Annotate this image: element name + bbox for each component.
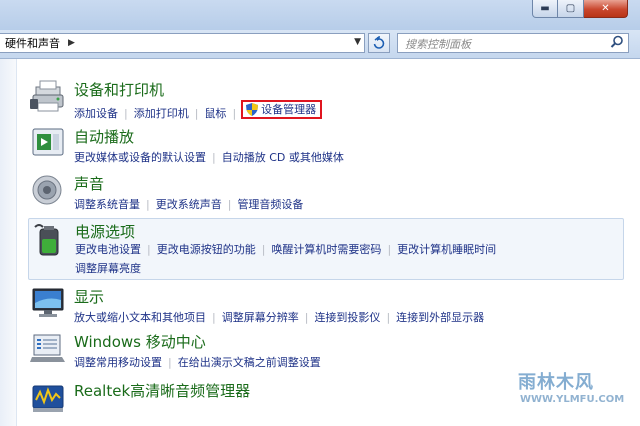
link-connect-projector[interactable]: 连接到投影仪 xyxy=(314,311,380,324)
mobility-center-icon xyxy=(30,334,65,362)
realtek-audio-icon xyxy=(32,385,64,412)
category-title[interactable]: 设备和打印机 xyxy=(74,79,164,100)
category-title[interactable]: 电源选项 xyxy=(75,221,135,242)
category-title[interactable]: 显示 xyxy=(74,286,104,307)
breadcrumb-chevron-icon[interactable]: ▶ xyxy=(68,38,75,48)
search-input[interactable] xyxy=(403,35,607,53)
device-manager-highlight-box: 设备管理器 xyxy=(241,100,323,119)
link-power-button[interactable]: 更改电源按钮的功能 xyxy=(157,243,256,256)
maximize-button[interactable]: ▢ xyxy=(558,0,584,18)
link-separator: | xyxy=(124,107,128,120)
link-separator: | xyxy=(194,107,199,120)
refresh-button[interactable] xyxy=(368,33,390,53)
left-pane-strip xyxy=(0,59,17,426)
address-bar[interactable]: 硬件和声音 ▶ ▼ xyxy=(0,33,365,53)
watermark-logo: 雨林木风 WWW.YLMFU.COM xyxy=(500,363,640,426)
window-titlebar: ▬ ▢ ✕ xyxy=(0,0,640,30)
breadcrumb-hardware-sound[interactable]: 硬件和声音 xyxy=(0,35,60,51)
link-battery-settings[interactable]: 更改电池设置 xyxy=(75,243,141,256)
watermark-text: 雨林木风 xyxy=(518,372,594,393)
category-links: 更改电池设置 | 更改电源按钮的功能 | 唤醒计算机时需要密码 | 更改计算机睡眠时间 调整… xyxy=(75,240,496,278)
link-separator: | xyxy=(304,311,309,324)
link-screen-resolution[interactable]: 调整屏幕分辨率 xyxy=(222,311,299,324)
link-autoplay-cd[interactable]: 自动播放 CD 或其他媒体 xyxy=(222,151,344,164)
link-screen-brightness[interactable]: 调整屏幕亮度 xyxy=(75,262,141,275)
link-external-display[interactable]: 连接到外部显示器 xyxy=(396,311,484,324)
link-separator: | xyxy=(168,356,172,369)
window-controls: ▬ ▢ ✕ xyxy=(532,0,628,18)
category-sound: 声音 调整系统音量 | 更改系统声音 | 管理音频设备 xyxy=(28,173,624,213)
category-autoplay: 自动播放 更改媒体或设备的默认设置 | 自动播放 CD 或其他媒体 xyxy=(28,126,624,166)
link-text-size[interactable]: 放大或缩小文本和其他项目 xyxy=(74,311,206,324)
link-separator: | xyxy=(386,311,391,324)
uac-shield-icon xyxy=(246,103,259,116)
category-links: 更改媒体或设备的默认设置 | 自动播放 CD 或其他媒体 xyxy=(74,148,344,167)
link-change-media-defaults[interactable]: 更改媒体或设备的默认设置 xyxy=(74,151,206,164)
refresh-icon xyxy=(373,35,385,49)
minimize-button[interactable]: ▬ xyxy=(532,0,558,18)
category-title[interactable]: 声音 xyxy=(74,173,104,194)
display-icon xyxy=(32,288,64,317)
link-mobility-settings[interactable]: 调整常用移动设置 xyxy=(74,356,162,369)
category-power-options: 电源选项 更改电池设置 | 更改电源按钮的功能 | 唤醒计算机时需要密码 | 更改计算机睡眠… xyxy=(28,218,624,280)
address-dropdown-icon[interactable]: ▼ xyxy=(354,37,361,47)
link-mouse[interactable]: 鼠标 xyxy=(204,107,226,120)
link-device-manager[interactable]: 设备管理器 xyxy=(261,100,316,119)
category-links: 添加设备 | 添加打印机 | 鼠标 | 设备管理器 xyxy=(74,100,323,123)
category-title[interactable]: Realtek高清晰音频管理器 xyxy=(74,380,250,401)
link-add-device[interactable]: 添加设备 xyxy=(74,107,118,120)
link-separator: | xyxy=(261,243,266,256)
link-separator: | xyxy=(146,198,150,211)
category-links: 调整系统音量 | 更改系统声音 | 管理音频设备 xyxy=(74,195,303,214)
printer-icon xyxy=(30,80,64,112)
watermark-url: WWW.YLMFU.COM xyxy=(520,394,625,405)
close-button[interactable]: ✕ xyxy=(584,0,628,18)
link-separator: | xyxy=(212,151,216,164)
category-title[interactable]: Windows 移动中心 xyxy=(74,331,206,352)
power-battery-icon xyxy=(34,224,59,256)
link-adjust-volume[interactable]: 调整系统音量 xyxy=(74,198,140,211)
link-change-sounds[interactable]: 更改系统声音 xyxy=(156,198,222,211)
link-separator: | xyxy=(227,198,232,211)
link-separator: | xyxy=(147,243,151,256)
link-add-printer[interactable]: 添加打印机 xyxy=(134,107,189,120)
category-links: 调整常用移动设置 | 在给出演示文稿之前调整设置 xyxy=(74,353,321,372)
speaker-icon xyxy=(32,175,62,205)
category-devices-printers: 设备和打印机 添加设备 | 添加打印机 | 鼠标 | 设备管理器 xyxy=(28,79,624,120)
category-display: 显示 放大或缩小文本和其他项目 | 调整屏幕分辨率 | 连接到投影仪 | 连接到外部显示器 xyxy=(28,286,624,326)
search-icon[interactable] xyxy=(610,35,624,49)
link-separator: | xyxy=(232,107,237,120)
search-box[interactable] xyxy=(397,33,629,53)
link-wake-password[interactable]: 唤醒计算机时需要密码 xyxy=(271,243,381,256)
link-separator: | xyxy=(212,311,216,324)
autoplay-icon xyxy=(32,128,64,156)
category-links: 放大或缩小文本和其他项目 | 调整屏幕分辨率 | 连接到投影仪 | 连接到外部显示器 xyxy=(74,308,484,327)
category-title[interactable]: 自动播放 xyxy=(74,126,134,147)
link-sleep-time[interactable]: 更改计算机睡眠时间 xyxy=(397,243,496,256)
link-presentation-settings[interactable]: 在给出演示文稿之前调整设置 xyxy=(178,356,321,369)
navigation-bar: 硬件和声音 ▶ ▼ xyxy=(0,30,640,59)
link-separator: | xyxy=(387,243,392,256)
link-manage-audio-devices[interactable]: 管理音频设备 xyxy=(237,198,303,211)
